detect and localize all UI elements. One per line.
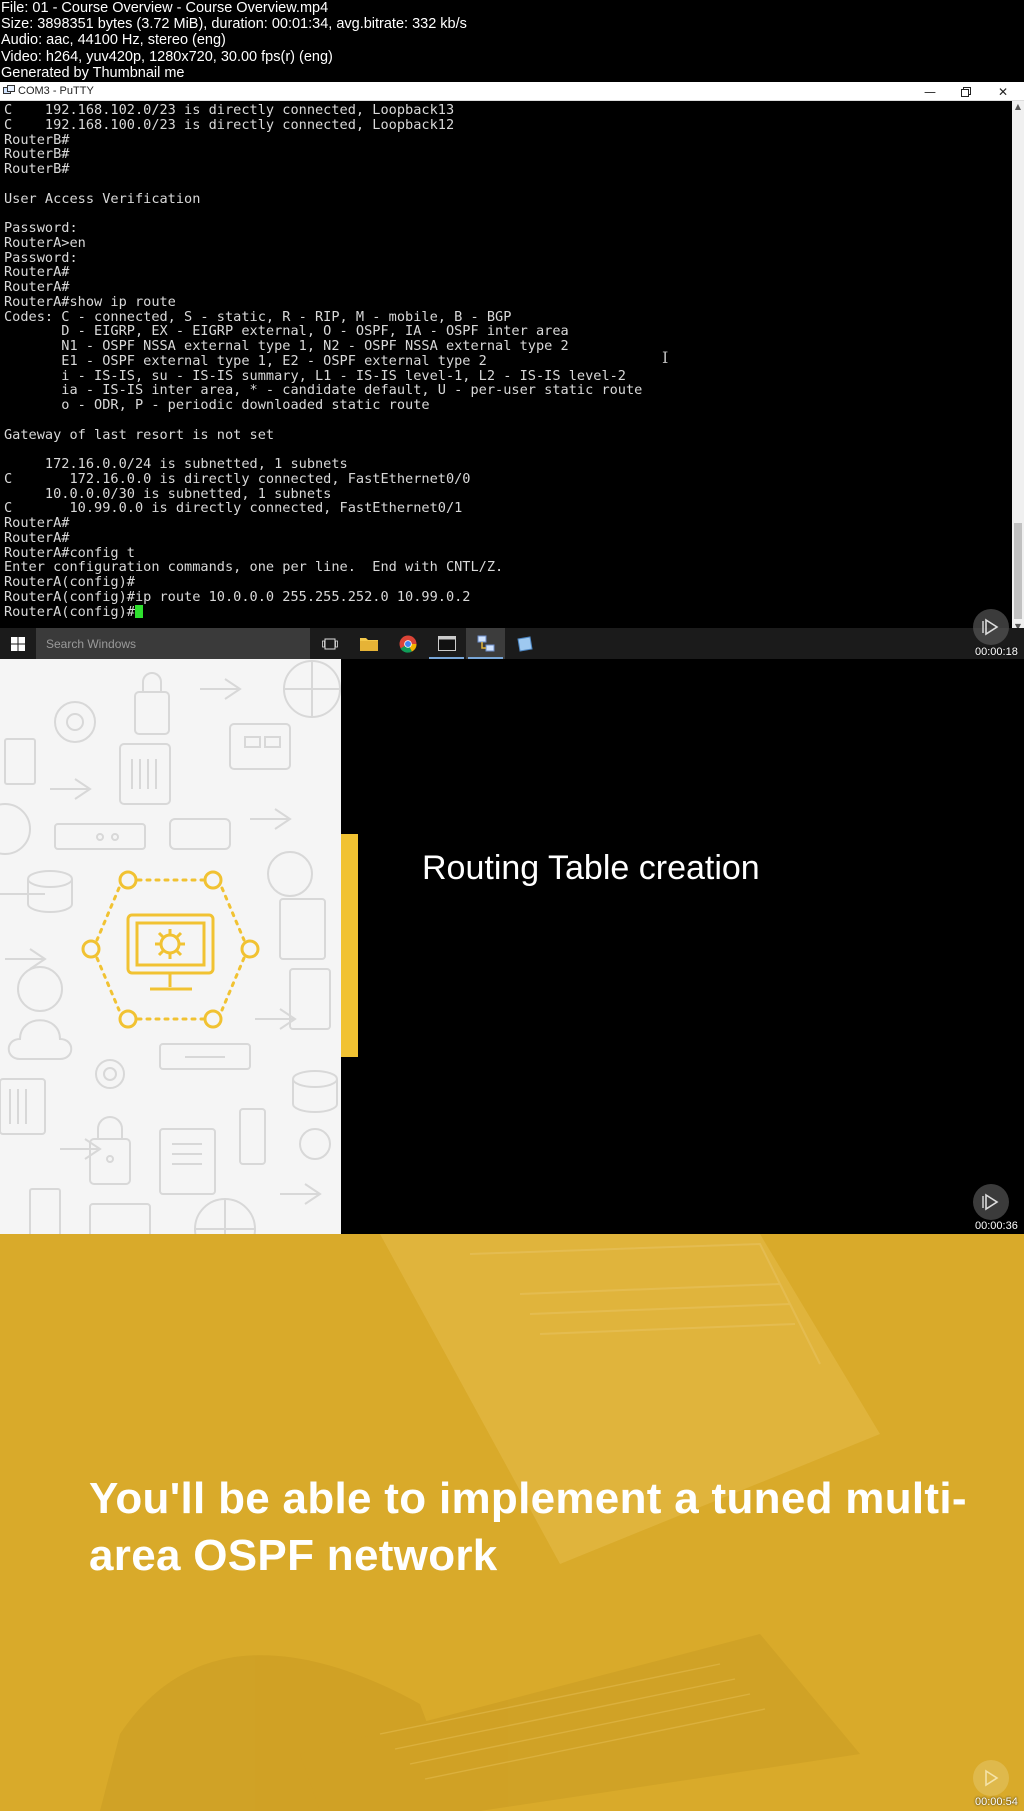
terminal-prompt-line[interactable]: RouterA(config)# xyxy=(4,603,1012,620)
taskbar-search-input[interactable]: Search Windows xyxy=(36,628,310,659)
search-placeholder: Search Windows xyxy=(46,636,137,651)
putty-network-icon xyxy=(477,635,494,651)
terminal-line: 10.0.0.0/30 is subnetted, 1 subnets xyxy=(4,485,332,502)
terminal-line: Gateway of last resort is not set xyxy=(4,426,275,443)
terminal-line: C 10.99.0.0 is directly connected, FastE… xyxy=(4,500,463,517)
taskbar-putty[interactable] xyxy=(466,628,505,659)
terminal-line: E1 - OSPF external type 1, E2 - OSPF ext… xyxy=(4,352,487,369)
terminal-prompt: RouterA(config)# xyxy=(4,603,135,620)
slide-headline: You'll be able to implement a tuned mult… xyxy=(89,1474,967,1580)
size-info: Size: 3898351 bytes (3.72 MiB), duration… xyxy=(1,16,467,33)
play-overlay-icon xyxy=(973,1760,1009,1796)
video-info-header: File: 01 - Course Overview - Course Over… xyxy=(0,0,1024,82)
frame-timestamp: 00:00:18 xyxy=(975,646,1018,658)
terminal-line: C 192.168.102.0/23 is directly connected… xyxy=(4,102,455,118)
taskbar-command-prompt[interactable] xyxy=(427,628,466,659)
windows-logo-icon xyxy=(11,636,25,651)
terminal-line: RouterA#config t xyxy=(4,544,135,561)
chrome-icon xyxy=(399,635,416,653)
terminal-line: Password: xyxy=(4,249,78,266)
terminal-line: ia - IS-IS inter area, * - candidate def… xyxy=(4,382,643,399)
terminal-line: User Access Verification xyxy=(4,190,201,207)
play-overlay-icon xyxy=(973,1184,1009,1220)
windows-taskbar: Search Windows xyxy=(0,628,1024,659)
terminal-output[interactable]: C 192.168.102.0/23 is directly connected… xyxy=(0,101,1012,633)
folder-icon xyxy=(359,638,378,651)
terminal-line: D - EIGRP, EX - EIGRP external, O - OSPF… xyxy=(4,323,569,340)
thumbnail-frame-1: COM3 - PuTTY — ✕ C 192.168.102.0/23 is d… xyxy=(0,82,1024,659)
terminal-line: Codes: C - connected, S - static, R - RI… xyxy=(4,308,512,325)
terminal-line: RouterA#show ip route xyxy=(4,293,176,310)
accent-bar xyxy=(341,834,358,1057)
taskbar-app[interactable] xyxy=(505,628,544,659)
terminal-line: 172.16.0.0/24 is subnetted, 1 subnets xyxy=(4,456,348,472)
putty-title-bar[interactable]: COM3 - PuTTY — ✕ xyxy=(0,82,1024,101)
app-window-icon xyxy=(516,635,533,652)
terminal-line: RouterB# xyxy=(4,146,70,163)
terminal-line: RouterA(config)#ip route 10.0.0.0 255.25… xyxy=(4,588,471,605)
frame-timestamp: 00:00:36 xyxy=(975,1220,1018,1232)
taskbar-file-explorer[interactable] xyxy=(349,628,388,659)
file-info: File: 01 - Course Overview - Course Over… xyxy=(1,0,329,16)
minimize-button[interactable]: — xyxy=(912,82,948,101)
ibeam-cursor-icon: I xyxy=(662,348,669,367)
terminal-line: C 172.16.0.0 is directly connected, Fast… xyxy=(4,470,471,487)
slide-title: Routing Table creation xyxy=(422,849,760,887)
scroll-up-icon[interactable]: ▲ xyxy=(1012,101,1024,113)
terminal-line: RouterA# xyxy=(4,529,70,546)
terminal-line: RouterA# xyxy=(4,515,70,531)
tech-pattern-illustration xyxy=(0,660,341,1234)
terminal-window-icon xyxy=(437,636,456,651)
restore-button[interactable] xyxy=(948,82,984,101)
task-view-button[interactable] xyxy=(310,628,349,659)
generator-info: Generated by Thumbnail me xyxy=(1,64,185,81)
text-cursor xyxy=(134,604,143,618)
close-button[interactable]: ✕ xyxy=(985,82,1021,101)
terminal-line: RouterA(config)# xyxy=(4,574,135,590)
terminal-line: Enter configuration commands, one per li… xyxy=(4,559,504,576)
windows-start-button[interactable] xyxy=(0,628,36,659)
thumbnail-frame-3: You'll be able to implement a tuned mult… xyxy=(0,1234,1024,1811)
terminal-line: RouterA>en xyxy=(4,234,86,251)
thumbnail-frame-2: Routing Table creation 00:00:36 xyxy=(0,659,1024,1234)
terminal-line: N1 - OSPF NSSA external type 1, N2 - OSP… xyxy=(4,338,569,354)
terminal-line: RouterA# xyxy=(4,264,70,281)
play-overlay-icon xyxy=(973,609,1009,645)
video-info: Video: h264, yuv420p, 1280x720, 30.00 fp… xyxy=(1,48,333,65)
terminal-scrollbar[interactable]: ▲ ▼ xyxy=(1012,101,1024,633)
window-title: COM3 - PuTTY xyxy=(18,85,94,97)
frame-timestamp: 00:00:54 xyxy=(975,1796,1018,1808)
putty-icon xyxy=(3,85,15,97)
terminal-line: i - IS-IS, su - IS-IS summary, L1 - IS-I… xyxy=(4,367,626,384)
terminal-line: C 192.168.100.0/23 is directly connected… xyxy=(4,116,455,133)
task-view-icon xyxy=(321,638,338,649)
terminal-line: Password: xyxy=(4,220,78,236)
audio-info: Audio: aac, 44100 Hz, stereo (eng) xyxy=(1,32,226,49)
taskbar-chrome[interactable] xyxy=(388,628,427,659)
icon-pattern-panel xyxy=(0,659,341,1234)
terminal-line: RouterA# xyxy=(4,279,70,295)
terminal-line: o - ODR, P - periodic downloaded static … xyxy=(4,397,430,413)
terminal-line: RouterB# xyxy=(4,161,70,177)
terminal-line: RouterB# xyxy=(4,131,70,148)
scrollbar-thumb[interactable] xyxy=(1014,523,1022,619)
